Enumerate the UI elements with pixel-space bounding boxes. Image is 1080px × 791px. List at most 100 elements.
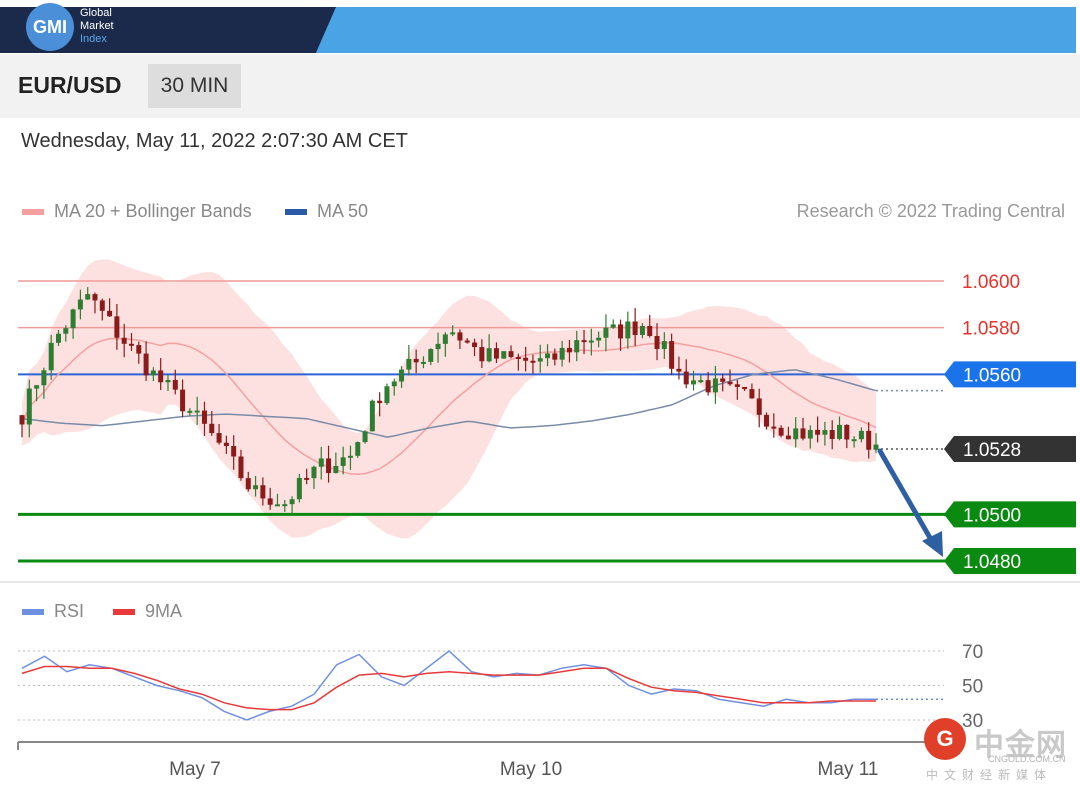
candle-body bbox=[508, 351, 514, 357]
candle-body bbox=[588, 340, 594, 343]
candle-body bbox=[632, 321, 638, 335]
candle-body bbox=[260, 485, 266, 499]
candle-body bbox=[858, 430, 864, 440]
candle-body bbox=[362, 431, 368, 443]
candle-body bbox=[691, 380, 697, 385]
candle-body bbox=[566, 347, 572, 353]
candle-body bbox=[654, 335, 660, 349]
candle-body bbox=[676, 368, 682, 372]
candle-body bbox=[48, 342, 54, 371]
candle-body bbox=[734, 384, 740, 387]
candle-body bbox=[180, 389, 186, 412]
candle-body bbox=[574, 340, 580, 353]
candle-body bbox=[223, 442, 229, 447]
candle-body bbox=[355, 442, 361, 456]
candle-body bbox=[77, 299, 83, 310]
candle-body bbox=[479, 347, 485, 362]
resistance-label: 1.0580 bbox=[962, 319, 1020, 340]
candle-body bbox=[749, 389, 755, 399]
candle-body bbox=[267, 498, 273, 505]
candle-body bbox=[216, 433, 222, 443]
candle-body bbox=[333, 465, 339, 474]
candle-body bbox=[785, 435, 791, 440]
pivot-label: 1.0560 bbox=[963, 365, 1021, 386]
candle-body bbox=[683, 371, 689, 385]
candle-body bbox=[238, 456, 244, 479]
candle-body bbox=[661, 341, 667, 349]
candle-body bbox=[457, 332, 463, 341]
candle-body bbox=[55, 333, 61, 343]
support-label: 1.0500 bbox=[963, 505, 1021, 526]
candle-body bbox=[253, 485, 259, 490]
candle-body bbox=[136, 345, 142, 354]
cngold-watermark: G 中金网 CNGOLD.COM.CN 中文财经新媒体 bbox=[918, 718, 1078, 786]
candle-body bbox=[34, 385, 40, 389]
candle-body bbox=[311, 466, 317, 479]
candle-body bbox=[428, 349, 434, 362]
candle-body bbox=[121, 337, 127, 344]
candle-body bbox=[114, 316, 120, 338]
candle-body bbox=[369, 400, 375, 432]
candle-body bbox=[515, 356, 521, 359]
candle-body bbox=[274, 504, 280, 507]
candle-body bbox=[420, 361, 426, 364]
candle-body bbox=[472, 342, 478, 348]
candle-body bbox=[866, 430, 872, 450]
candle-body bbox=[712, 378, 718, 393]
candle-body bbox=[450, 332, 456, 335]
trend-arrow-head bbox=[922, 531, 943, 557]
rsi-tick-label: 50 bbox=[962, 677, 983, 698]
resistance-label: 1.0600 bbox=[962, 272, 1020, 293]
candle-body bbox=[647, 325, 653, 336]
candle-body bbox=[771, 426, 777, 429]
candle-body bbox=[143, 353, 149, 376]
candle-body bbox=[41, 370, 47, 386]
candle-body bbox=[530, 360, 536, 363]
candle-body bbox=[669, 341, 675, 369]
candle-body bbox=[756, 398, 762, 415]
candle-body bbox=[486, 348, 492, 362]
candle-body bbox=[282, 504, 288, 507]
cngold-logo-icon: G bbox=[924, 718, 966, 760]
candle-body bbox=[873, 444, 879, 450]
candle-body bbox=[851, 439, 857, 442]
candle-body bbox=[201, 410, 207, 424]
candle-body bbox=[800, 428, 806, 439]
candle-body bbox=[442, 334, 448, 344]
candle-body bbox=[99, 300, 105, 311]
candle-body bbox=[340, 457, 346, 466]
candle-body bbox=[537, 358, 543, 362]
candle-body bbox=[807, 429, 813, 439]
candle-body bbox=[435, 343, 441, 350]
candle-body bbox=[107, 310, 113, 317]
trend-arrow-shaft bbox=[877, 448, 936, 546]
candle-body bbox=[837, 424, 843, 439]
rsi-panel: 705030 bbox=[18, 642, 983, 732]
candle-body bbox=[844, 424, 850, 440]
candle-body bbox=[406, 358, 412, 370]
candle-body bbox=[742, 386, 748, 390]
candle-body bbox=[815, 429, 821, 435]
candle-body bbox=[618, 324, 624, 339]
candle-body bbox=[384, 386, 390, 404]
candle-body bbox=[720, 378, 726, 382]
support-label: 1.0480 bbox=[963, 552, 1021, 573]
candle-body bbox=[128, 343, 134, 346]
candle-body bbox=[304, 477, 310, 480]
candle-body bbox=[559, 347, 565, 360]
candle-body bbox=[92, 294, 98, 301]
candle-body bbox=[399, 369, 405, 382]
candle-body bbox=[625, 321, 631, 339]
candle-body bbox=[231, 446, 237, 457]
candle-body bbox=[172, 379, 178, 390]
cngold-subtitle: 中文财经新媒体 bbox=[926, 768, 1053, 782]
candle-body bbox=[187, 410, 193, 413]
date-tick-label: May 7 bbox=[169, 759, 221, 780]
level-labels: 1.0600 1.0580 1.0560 1.0528 1.0500 1.0480 bbox=[944, 272, 1076, 574]
candle-body bbox=[194, 410, 200, 413]
candle-body bbox=[289, 499, 295, 505]
candle-body bbox=[464, 340, 470, 343]
date-tick-label: May 10 bbox=[500, 759, 562, 780]
candle-body bbox=[347, 455, 353, 458]
candle-body bbox=[493, 348, 499, 359]
